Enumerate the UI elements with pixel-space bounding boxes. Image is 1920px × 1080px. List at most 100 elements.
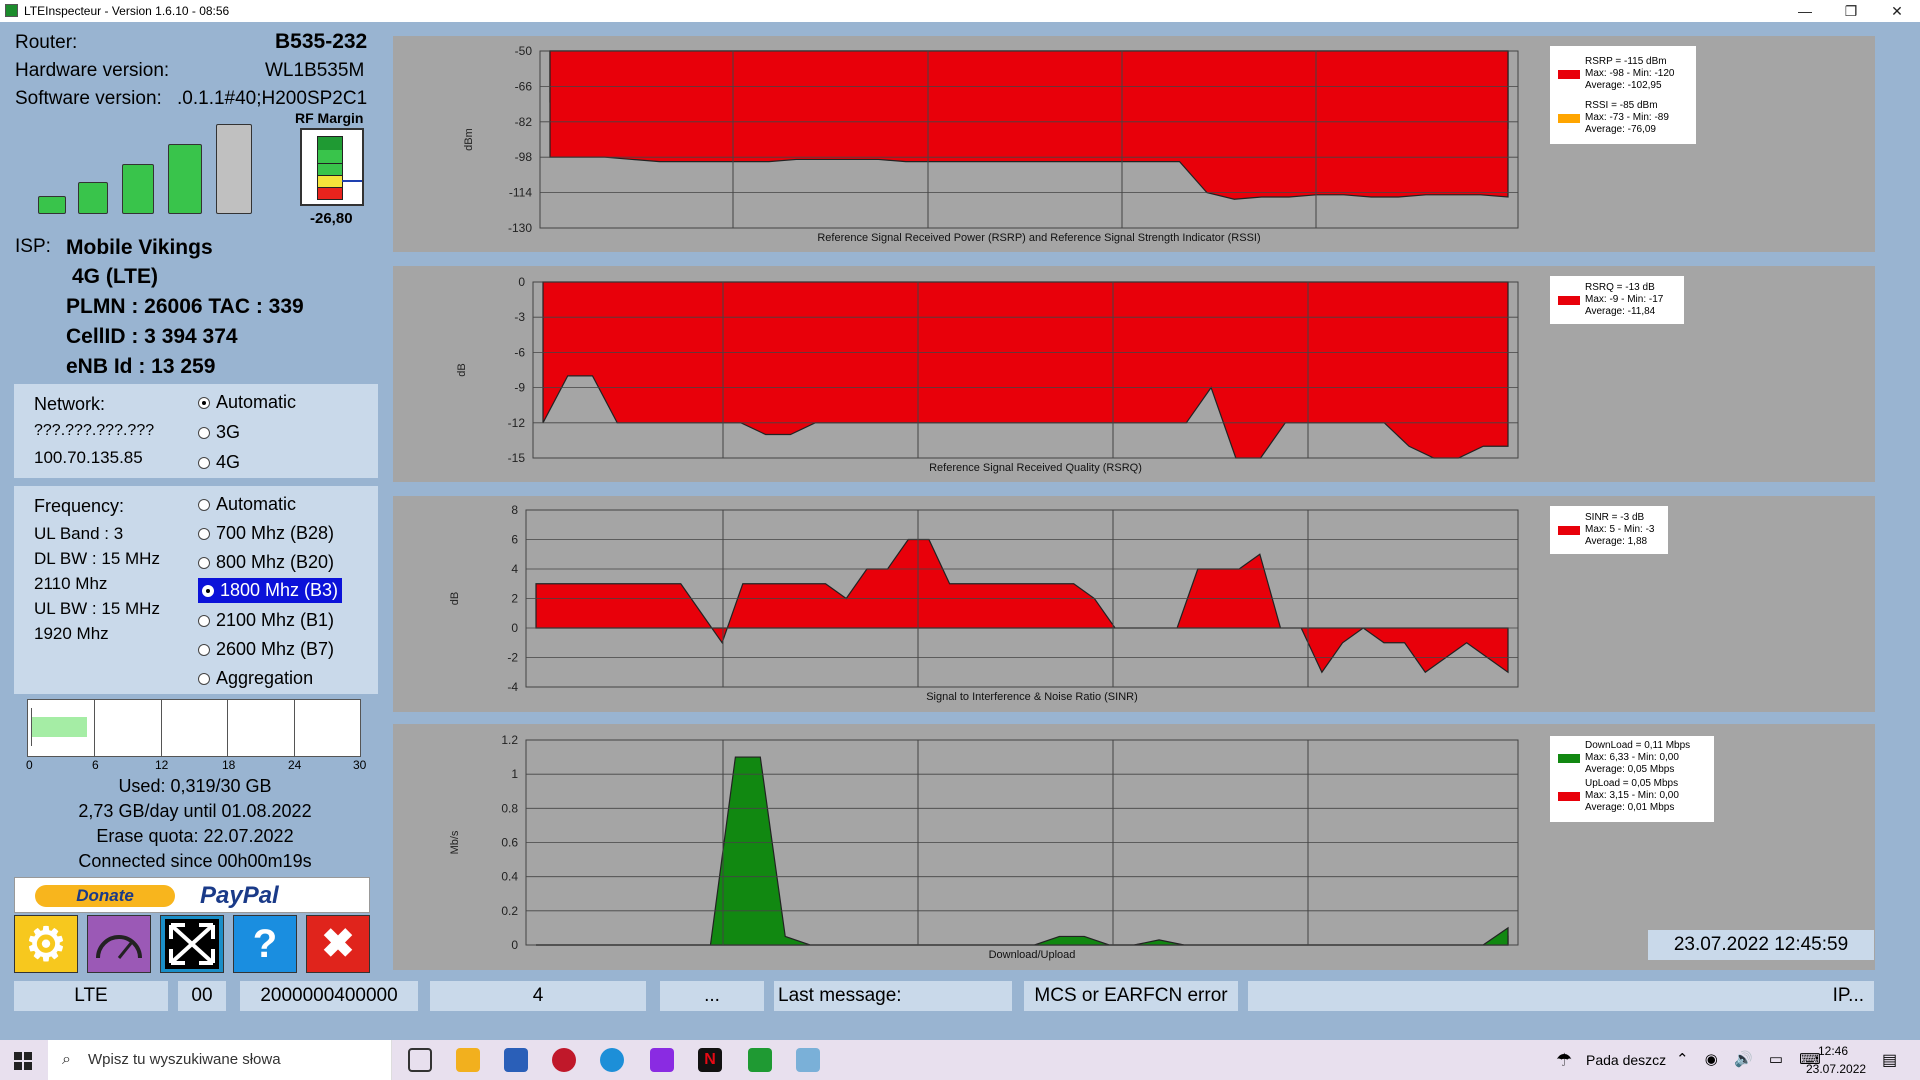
quota-tick: 18 [222,758,236,772]
windows-start-icon[interactable] [14,1052,32,1070]
legend-text: Average: 1,88 [1585,536,1648,547]
maximize-button[interactable]: ❐ [1828,0,1874,22]
quota-tick: 12 [155,758,169,772]
system-tray-icons[interactable]: ⌃ ◉ 🔊 ▭ ⌨ [1676,1050,1827,1068]
cell-id: CellID : 3 394 374 [66,325,238,348]
radio-dot [202,584,214,597]
freq-radio-aggregation[interactable]: Aggregation [198,668,313,689]
radio-dot [198,426,210,439]
status-number: 4 [430,981,646,1011]
status-dots: ... [660,981,764,1011]
legend-text: Average: 0,01 Mbps [1585,802,1675,813]
legend-text: UpLoad = 0,05 Mbps [1585,778,1679,789]
freq-radio-b20[interactable]: 800 Mhz (B20) [198,552,334,573]
frequency-panel: Frequency: UL Band : 3 DL BW : 15 MHz 21… [14,486,378,694]
exit-button[interactable]: ✖ [306,915,370,973]
fullscreen-button[interactable] [160,915,224,973]
network-radio-3g[interactable]: 3G [198,422,240,443]
router-label: Router: [15,32,78,53]
quota-tick: 30 [353,758,367,772]
expand-arrows-icon [165,919,219,969]
quota-tick: 24 [288,758,302,772]
quota-used: Used: 0,319/30 GB [118,776,272,796]
app-purple-icon[interactable] [650,1048,674,1072]
help-button[interactable]: ? [233,915,297,973]
app-icon [5,4,18,17]
freq-radio-b28[interactable]: 700 Mhz (B28) [198,523,334,544]
legend-swatch-sinr [1558,526,1580,535]
dl-freq: 2110 Mhz [34,574,108,593]
freq-radio-automatic[interactable]: Automatic [198,494,296,515]
radio-label: Aggregation [216,668,314,688]
freq-radio-b7[interactable]: 2600 Mhz (B7) [198,639,334,660]
legend-swatch-download [1558,754,1580,763]
rsrp-legend: RSRP = -115 dBm Max: -98 - Min: -120 Ave… [1550,46,1696,144]
netflix-icon[interactable]: N [698,1048,722,1072]
isp-tech: 4G (LTE) [72,265,158,288]
task-view-icon[interactable] [408,1048,432,1072]
search-placeholder: Wpisz tu wyszukiwane słowa [88,1051,281,1068]
radio-dot [198,672,210,685]
legend-swatch-upload [1558,792,1580,801]
sw-value: .0.1.1#40;H200SP2C1 [177,88,368,109]
freq-radio-b3[interactable]: 1800 Mhz (B3) [198,578,343,603]
status-ip: IP... [1248,981,1874,1011]
close-window-button[interactable]: ✕ [1874,0,1920,22]
hw-value: WL1B535M [265,60,365,81]
radio-dot [198,527,210,540]
radio-label: 4G [216,452,241,472]
app-blue-icon[interactable] [796,1048,820,1072]
status-last-message: Last message: [774,981,1012,1011]
file-explorer-icon[interactable] [456,1048,480,1072]
legend-text: SINR = -3 dB [1585,512,1645,523]
radio-dot [198,614,210,627]
radio-dot [198,498,210,511]
radio-dot [198,456,210,469]
quota-gauge [27,699,361,757]
legend-text: Max: -73 - Min: -89 [1585,112,1669,123]
legend-text: Average: 0,05 Mbps [1585,764,1675,775]
gear-icon: ⚙ [25,918,67,970]
settings-button[interactable]: ⚙ [14,915,78,973]
signal-bar-5 [216,124,252,214]
legend-text: Max: 5 - Min: -3 [1585,524,1655,535]
ul-freq: 1920 Mhz [34,624,109,643]
network-radio-automatic[interactable]: Automatic [198,392,296,413]
taskbar-search-input[interactable]: ⌕ Wpisz tu wyszukiwane słowa [48,1040,392,1080]
legend-swatch-rsrp [1558,70,1580,79]
radio-label: 2100 Mhz (B1) [216,610,335,630]
network-radio-4g[interactable]: 4G [198,452,240,473]
sinr-legend: SINR = -3 dB Max: 5 - Min: -3 Average: 1… [1550,506,1668,554]
radio-label: 3G [216,422,241,442]
ul-bw: UL BW : 15 MHz [34,599,160,618]
weather-icon: ☂ [1556,1050,1573,1070]
donate-button[interactable]: Donate [35,885,175,907]
status-error: MCS or EARFCN error [1024,981,1238,1011]
edge-icon[interactable] [600,1048,624,1072]
quota-per-day: 2,73 GB/day until 01.08.2022 [78,801,312,821]
radio-dot [198,643,210,656]
sw-label: Software version: [15,88,162,109]
store-icon[interactable] [504,1048,528,1072]
lteinspecteur-taskbar-icon[interactable] [748,1048,772,1072]
app-red-icon[interactable] [552,1048,576,1072]
donate-banner[interactable]: Donate PayPal [14,877,370,913]
clock-date: 23.07.2022 [1806,1062,1867,1076]
radio-label: Automatic [216,494,297,514]
legend-text: Average: -11,84 [1585,306,1656,317]
legend-text: Average: -102,95 [1585,80,1662,91]
isp-label: ISP: [15,236,51,257]
signal-bar-3 [122,164,154,214]
dl-bw: DL BW : 15 MHz [34,549,160,568]
speedometer-button[interactable] [87,915,151,973]
radio-dot [198,556,210,569]
radio-label: 2600 Mhz (B7) [216,639,335,659]
notification-icon[interactable]: ▤ [1882,1050,1897,1070]
signal-strength-bars [38,122,258,214]
minimize-button[interactable]: — [1782,0,1828,22]
network-label: Network: [34,394,106,414]
legend-text: DownLoad = 0,11 Mbps [1585,740,1691,751]
frequency-label: Frequency: [34,496,125,516]
quota-erase-date: Erase quota: 22.07.2022 [96,826,294,846]
freq-radio-b1[interactable]: 2100 Mhz (B1) [198,610,334,631]
